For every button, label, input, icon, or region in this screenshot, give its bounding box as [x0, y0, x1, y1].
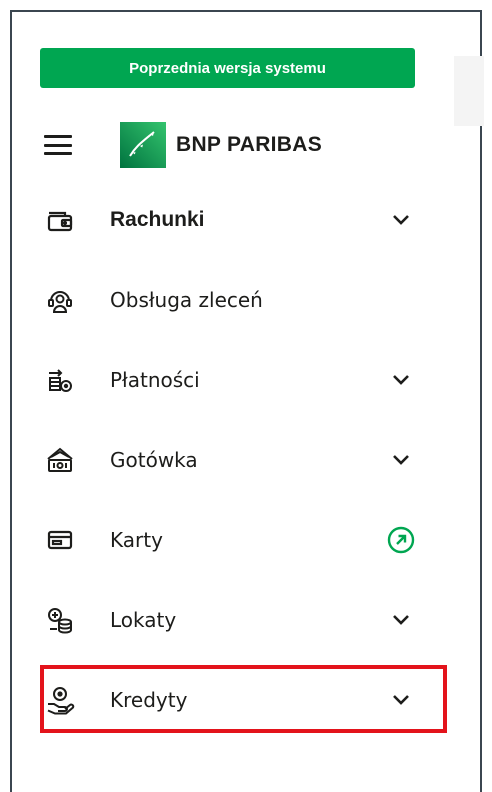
sidebar-item-label: Karty	[110, 528, 163, 552]
sidebar-item-karty[interactable]: Karty	[14, 500, 470, 580]
wallet-icon	[42, 202, 78, 238]
sidebar-item-label: Kredyty	[110, 688, 188, 712]
sidebar-item-label: Rachunki	[110, 208, 205, 231]
sidebar-item-obsluga-zlecen[interactable]: Obsługa zleceń	[14, 260, 470, 340]
chevron-down-icon[interactable]	[384, 363, 418, 397]
payments-icon	[42, 362, 78, 398]
sidebar-item-label: Lokaty	[110, 608, 177, 632]
loan-icon	[42, 682, 78, 718]
sidebar-menu: Rachunki Obsługa zleceń Płatności Gotówk…	[14, 180, 470, 740]
sidebar-item-label: Gotówka	[110, 448, 198, 472]
chevron-down-icon[interactable]	[384, 603, 418, 637]
sidebar-item-rachunki[interactable]: Rachunki	[14, 180, 470, 260]
service-agent-icon	[42, 282, 78, 318]
sidebar-item-platnosci[interactable]: Płatności	[14, 340, 470, 420]
chevron-down-icon[interactable]	[384, 683, 418, 717]
brand-name: BNP PARIBAS	[176, 133, 323, 156]
chevron-down-icon[interactable]	[384, 203, 418, 237]
card-icon	[42, 522, 78, 558]
brand-logo[interactable]: BNP PARIBAS	[120, 122, 322, 168]
hamburger-icon[interactable]	[44, 135, 72, 155]
sidebar-item-lokaty[interactable]: Lokaty	[14, 580, 470, 660]
cash-icon	[42, 442, 78, 478]
sidebar-item-label: Obsługa zleceń	[110, 288, 263, 312]
sidebar-item-kredyty[interactable]: Kredyty	[14, 660, 470, 740]
chevron-down-icon[interactable]	[384, 443, 418, 477]
previous-version-button[interactable]: Poprzednia wersja systemu	[40, 48, 415, 88]
content-panel	[454, 56, 484, 126]
sidebar-item-label: Płatności	[110, 368, 200, 392]
deposit-icon	[42, 602, 78, 638]
sidebar-item-gotowka[interactable]: Gotówka	[14, 420, 470, 500]
bnp-logo-icon	[120, 122, 166, 168]
external-link-icon[interactable]	[384, 523, 418, 557]
